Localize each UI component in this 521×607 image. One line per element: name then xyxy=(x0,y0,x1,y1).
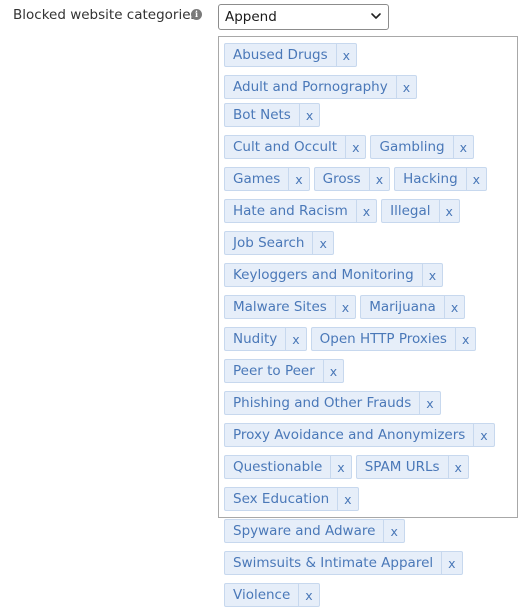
category-tag: Spyware and Adware x xyxy=(224,519,405,543)
remove-tag-button[interactable]: x xyxy=(395,76,416,98)
remove-tag-button[interactable]: x xyxy=(473,424,493,446)
category-tag-box[interactable]: Abused Drugs x Adult and Pornography x Bot N… xyxy=(218,36,518,607)
remove-tag-button[interactable]: x xyxy=(288,168,308,190)
remove-tag-button[interactable]: x xyxy=(330,456,350,478)
category-tag-label: SPAM URLs xyxy=(364,459,440,475)
mode-select[interactable]: Append xyxy=(218,4,389,30)
category-tag-label: Malware Sites xyxy=(233,299,327,315)
category-tag: SPAM URLs x xyxy=(355,455,469,479)
category-tag: Malware Sites x xyxy=(224,295,357,319)
tag-list: Abused Drugs x Adult and Pornography x Bot N… xyxy=(224,43,513,607)
remove-tag-button[interactable]: x xyxy=(334,296,355,318)
mode-select-value: Append xyxy=(225,9,277,25)
category-tag: Questionable x xyxy=(224,455,352,479)
category-tag: Sex Education x xyxy=(224,487,359,511)
category-tag: Violence x xyxy=(224,583,320,607)
category-tag: Illegal x xyxy=(381,199,460,223)
category-tag: Open HTTP Proxies x xyxy=(310,327,477,351)
remove-tag-button[interactable]: x xyxy=(438,200,459,222)
remove-tag-button[interactable]: x xyxy=(454,328,475,350)
category-tag: Cult and Occult x xyxy=(224,135,367,159)
blocked-categories-label: Blocked website categories xyxy=(13,7,198,23)
remove-tag-button[interactable]: x xyxy=(337,488,357,510)
category-tag-label: Nudity xyxy=(233,331,278,347)
category-tag-label: Job Search xyxy=(233,235,305,251)
remove-tag-button[interactable]: x xyxy=(298,584,318,606)
category-tag: Peer to Peer x xyxy=(224,359,345,383)
remove-tag-button[interactable]: x xyxy=(298,104,319,126)
category-tag: Phishing and Other Frauds x xyxy=(224,391,441,415)
category-tag-label: Hate and Racism xyxy=(233,203,348,219)
remove-tag-button[interactable]: x xyxy=(443,296,464,318)
category-tag-label: Questionable xyxy=(233,459,323,475)
category-tag-label: Illegal xyxy=(390,203,431,219)
category-tag-label: Spyware and Adware xyxy=(233,523,376,539)
remove-tag-button[interactable]: x xyxy=(447,456,468,478)
category-tag: Gambling x xyxy=(370,135,474,159)
remove-tag-button[interactable]: x xyxy=(322,360,343,382)
category-tag: Adult and Pornography x xyxy=(224,75,418,99)
category-tag: Proxy Avoidance and Anonymizers x xyxy=(224,423,495,447)
remove-tag-button[interactable]: x xyxy=(285,328,305,350)
category-tag: Gross x xyxy=(313,167,391,191)
category-tag: Hacking x xyxy=(394,167,488,191)
category-tag-label: Bot Nets xyxy=(233,107,291,123)
remove-tag-button[interactable]: x xyxy=(368,168,389,190)
category-tag-label: Adult and Pornography xyxy=(233,79,388,95)
remove-tag-button[interactable]: x xyxy=(345,136,365,158)
category-tag: Bot Nets x xyxy=(224,103,321,127)
remove-tag-button[interactable]: x xyxy=(312,232,332,254)
remove-tag-button[interactable]: x xyxy=(419,392,439,414)
remove-tag-button[interactable]: x xyxy=(465,168,486,190)
category-tag-label: Gambling xyxy=(379,139,445,155)
category-tag-label: Hacking xyxy=(403,171,458,187)
category-tag-label: Sex Education xyxy=(233,491,330,507)
category-tag-label: Proxy Avoidance and Anonymizers xyxy=(233,427,466,443)
category-tag-label: Marijuana xyxy=(369,299,436,315)
category-tag: Swimsuits & Intimate Apparel x xyxy=(224,551,463,575)
category-tag: Job Search x xyxy=(224,231,334,255)
remove-tag-button[interactable]: x xyxy=(335,44,356,66)
category-tag-label: Games xyxy=(233,171,281,187)
category-tag: Nudity x xyxy=(224,327,307,351)
remove-tag-button[interactable]: x xyxy=(421,264,442,286)
category-tag: Hate and Racism x xyxy=(224,199,378,223)
field-label: Blocked website categories xyxy=(13,7,198,23)
category-tag-label: Violence xyxy=(233,587,291,603)
chevron-down-icon xyxy=(371,13,381,19)
category-tag-label: Phishing and Other Frauds xyxy=(233,395,412,411)
category-tag-label: Peer to Peer xyxy=(233,363,315,379)
category-tag-label: Swimsuits & Intimate Apparel xyxy=(233,555,434,571)
info-icon[interactable]: i xyxy=(191,9,202,20)
remove-tag-button[interactable]: x xyxy=(383,520,403,542)
category-tag-label: Cult and Occult xyxy=(233,139,338,155)
remove-tag-button[interactable]: x xyxy=(452,136,473,158)
remove-tag-button[interactable]: x xyxy=(355,200,376,222)
category-tag-label: Abused Drugs xyxy=(233,47,328,63)
category-tag: Marijuana x xyxy=(360,295,466,319)
category-tag-label: Keyloggers and Monitoring xyxy=(233,267,414,283)
category-tag: Abused Drugs x xyxy=(224,43,358,67)
remove-tag-button[interactable]: x xyxy=(441,552,461,574)
category-tag: Games x xyxy=(224,167,310,191)
category-tag-label: Open HTTP Proxies xyxy=(319,331,447,347)
category-tag: Keyloggers and Monitoring x xyxy=(224,263,444,287)
category-tag-label: Gross xyxy=(322,171,361,187)
